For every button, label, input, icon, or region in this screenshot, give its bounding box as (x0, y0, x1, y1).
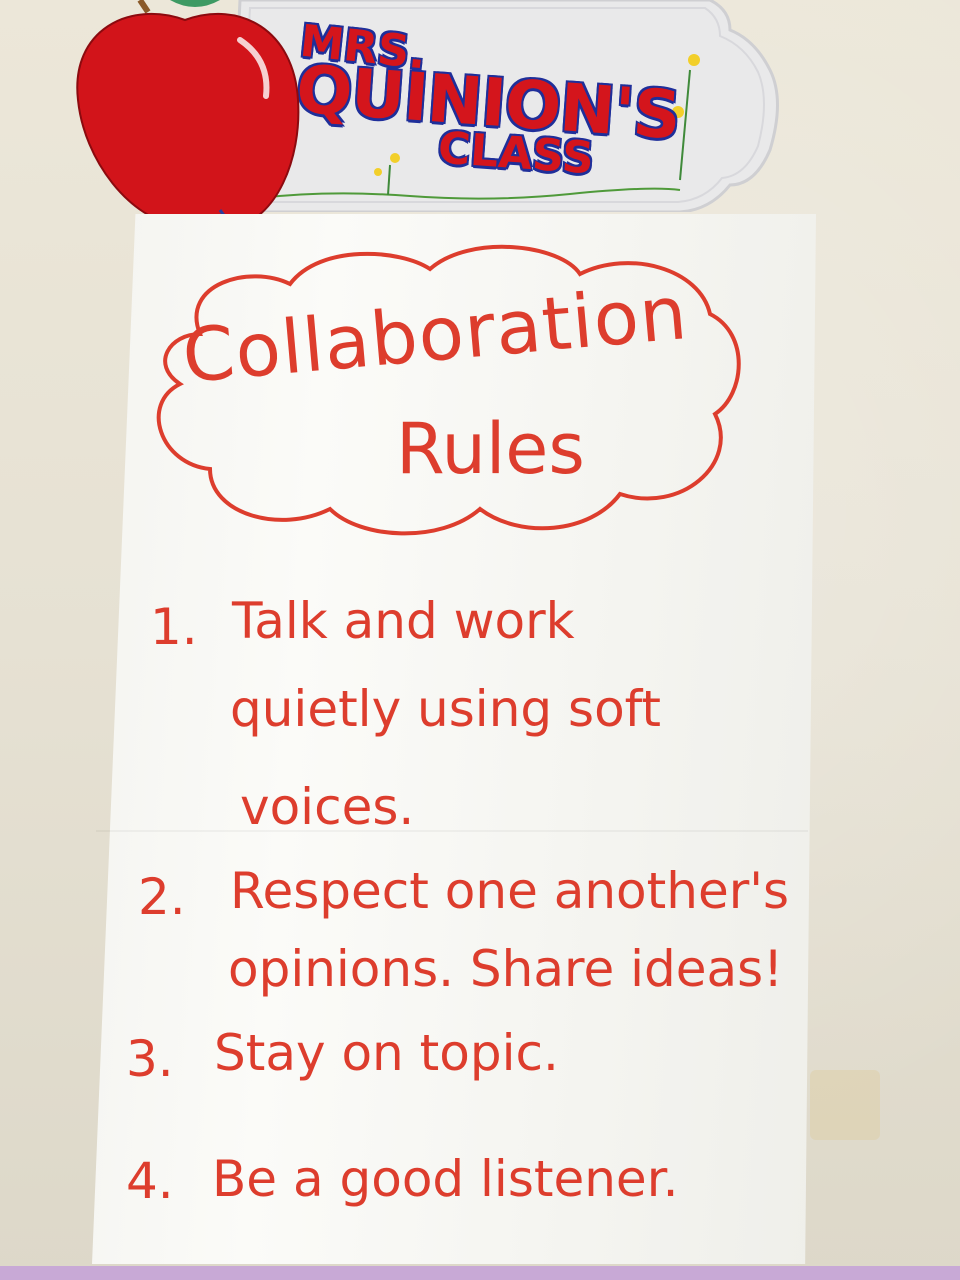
rule-text: Stay on topic. (214, 1024, 559, 1082)
rule-number: 2. (138, 868, 186, 926)
tape-mark (810, 1070, 880, 1140)
rule-text: quietly using soft (230, 680, 661, 738)
rule-text: Talk and work (232, 592, 575, 650)
paper-fold (96, 830, 808, 832)
rule-text: opinions. Share ideas! (228, 940, 784, 998)
rule-number: 3. (126, 1030, 174, 1088)
poster-title-line2: Rules (396, 408, 585, 490)
rule-text: Be a good listener. (212, 1150, 679, 1208)
bulletin-border-strip (0, 1266, 960, 1280)
rule-text: voices. (240, 778, 415, 836)
rule-text: Respect one another's (230, 862, 790, 920)
sign-title-line3: CLASS (436, 122, 596, 185)
rule-number: 1. (150, 598, 198, 656)
rule-number: 4. (126, 1152, 174, 1210)
apple-icon (76, 0, 300, 230)
